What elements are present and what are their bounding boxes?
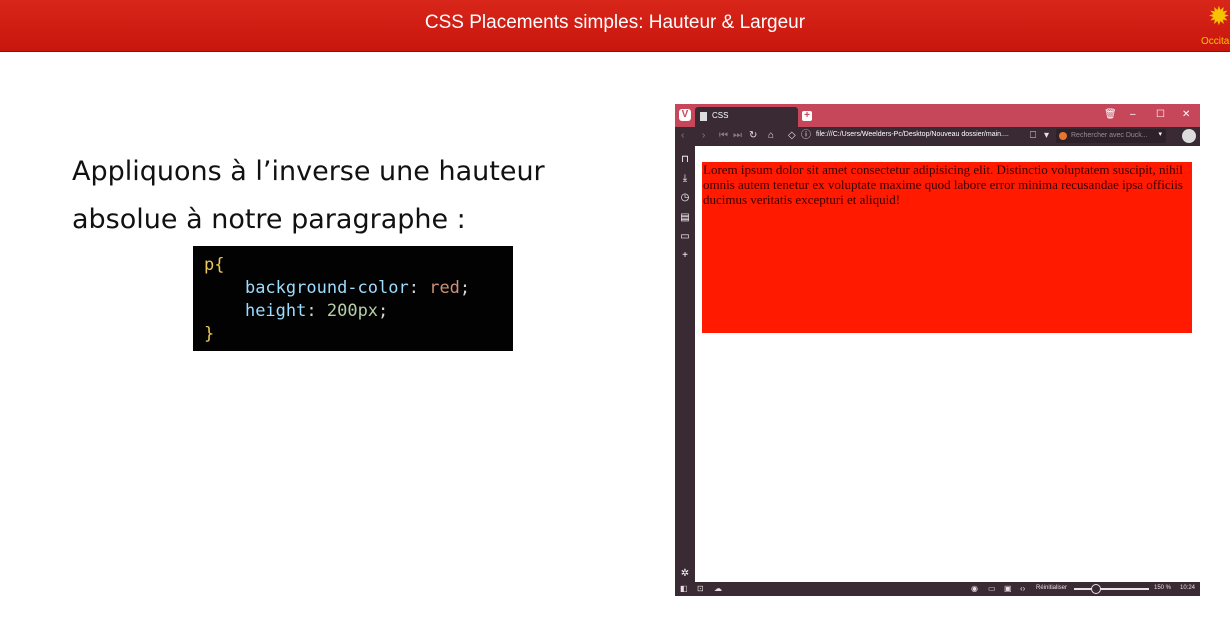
minimize-button[interactable]: – [1130, 108, 1136, 122]
bookmarks-icon[interactable]: ⊓ [675, 154, 695, 166]
window-panel-icon[interactable]: ▭ [675, 231, 695, 243]
image-icon[interactable]: ▣ [1004, 583, 1012, 595]
settings-gear-icon[interactable]: ✲ [675, 568, 695, 580]
shield-icon[interactable]: ◇ [788, 130, 796, 142]
browser-sidebar: ⊓ ⤓ ◷ ▤ ▭ + ✲ [675, 146, 695, 582]
page-viewport: Lorem ipsum dolor sit amet consectetur a… [695, 146, 1200, 582]
slide-header: CSS Placements simples: Hauteur & Largeu… [0, 0, 1230, 52]
fast-forward-icon[interactable]: ⏭ [733, 130, 742, 142]
profile-avatar[interactable] [1182, 129, 1196, 143]
info-icon[interactable]: ⓘ [801, 130, 811, 142]
logo-text: Occitanie [1201, 36, 1230, 47]
code-close-brace: } [204, 324, 215, 344]
add-panel-icon[interactable]: + [675, 250, 695, 262]
back-icon[interactable]: ‹ [681, 130, 684, 142]
sync-cloud-icon[interactable]: ☁ [714, 583, 722, 595]
clock: 10:24 [1180, 585, 1196, 591]
downloads-icon[interactable]: ⤓ [675, 173, 695, 185]
browser-window: V CSS + 🗑 – ☐ ✕ ‹ › ⏮ ⏭ ↻ ⌂ ◇ ⓘ file:///… [675, 104, 1200, 596]
duckduckgo-icon [1059, 132, 1067, 140]
red-paragraph: Lorem ipsum dolor sit amet consectetur a… [702, 162, 1192, 333]
code-selector: p{ [204, 255, 225, 275]
zoom-slider-handle[interactable] [1091, 584, 1101, 594]
code-block: p{ background-color: red; height: 200px;… [193, 246, 513, 351]
vivaldi-menu-icon[interactable]: V [679, 109, 691, 121]
region-logo: ✹ Occitanie [1200, 2, 1230, 50]
trash-icon[interactable]: 🗑 [1104, 108, 1117, 122]
status-bar: ◧ ⊡ ☁ ◉ ▭ ▣ ‹› Réinitialiser 150 % 10:24 [675, 582, 1200, 596]
code-property-1: background-color [244, 278, 409, 298]
heading-line-1: Appliquons à l’inverse une hauteur [72, 156, 545, 187]
browser-tab[interactable]: CSS [695, 107, 798, 127]
tiling-icon[interactable]: ⊡ [697, 583, 704, 595]
search-placeholder: Rechercher avec Duck... [1071, 132, 1148, 139]
occitan-cross-icon: ✹ [1208, 2, 1230, 32]
bookmark-icon[interactable]: ⎕ [1030, 130, 1036, 142]
camera-icon[interactable]: ◉ [971, 583, 978, 595]
forward-icon[interactable]: › [702, 130, 705, 142]
chevron-down-icon[interactable]: ▾ [1044, 130, 1049, 142]
close-button[interactable]: ✕ [1182, 108, 1190, 122]
code-value-2: 200px [326, 301, 379, 321]
reload-icon[interactable]: ↻ [749, 130, 757, 142]
tab-label: CSS [712, 111, 729, 120]
history-icon[interactable]: ◷ [675, 192, 695, 204]
code-property-2: height [244, 301, 307, 321]
reset-zoom-label[interactable]: Réinitialiser [1036, 585, 1067, 591]
heading-line-2: absolue à notre paragraphe : [72, 204, 466, 235]
zoom-level: 150 % [1154, 585, 1172, 591]
url-field[interactable]: file:///C:/Users/Weelders-Pc/Desktop/Nou… [816, 131, 1009, 138]
notes-icon[interactable]: ▤ [675, 212, 695, 224]
search-field[interactable]: Rechercher avec Duck... ▾ [1056, 129, 1166, 143]
window-icon[interactable]: ▭ [988, 583, 996, 595]
zoom-slider[interactable] [1074, 588, 1149, 590]
home-icon[interactable]: ⌂ [768, 130, 774, 142]
slide-heading: Appliquons à l’inverse une hauteur absol… [72, 148, 592, 244]
code-icon[interactable]: ‹› [1020, 583, 1025, 595]
panel-toggle-icon[interactable]: ◧ [680, 583, 688, 595]
code-value-1: red [429, 278, 460, 298]
address-bar: ‹ › ⏮ ⏭ ↻ ⌂ ◇ ⓘ file:///C:/Users/Weelder… [675, 127, 1200, 146]
page-icon [700, 112, 707, 121]
rewind-icon[interactable]: ⏮ [719, 130, 728, 142]
search-dropdown-icon[interactable]: ▾ [1158, 130, 1162, 138]
browser-titlebar: V CSS + 🗑 – ☐ ✕ [675, 104, 1200, 127]
new-tab-button[interactable]: + [802, 111, 812, 121]
maximize-button[interactable]: ☐ [1156, 108, 1165, 122]
slide-title: CSS Placements simples: Hauteur & Largeu… [424, 12, 806, 33]
